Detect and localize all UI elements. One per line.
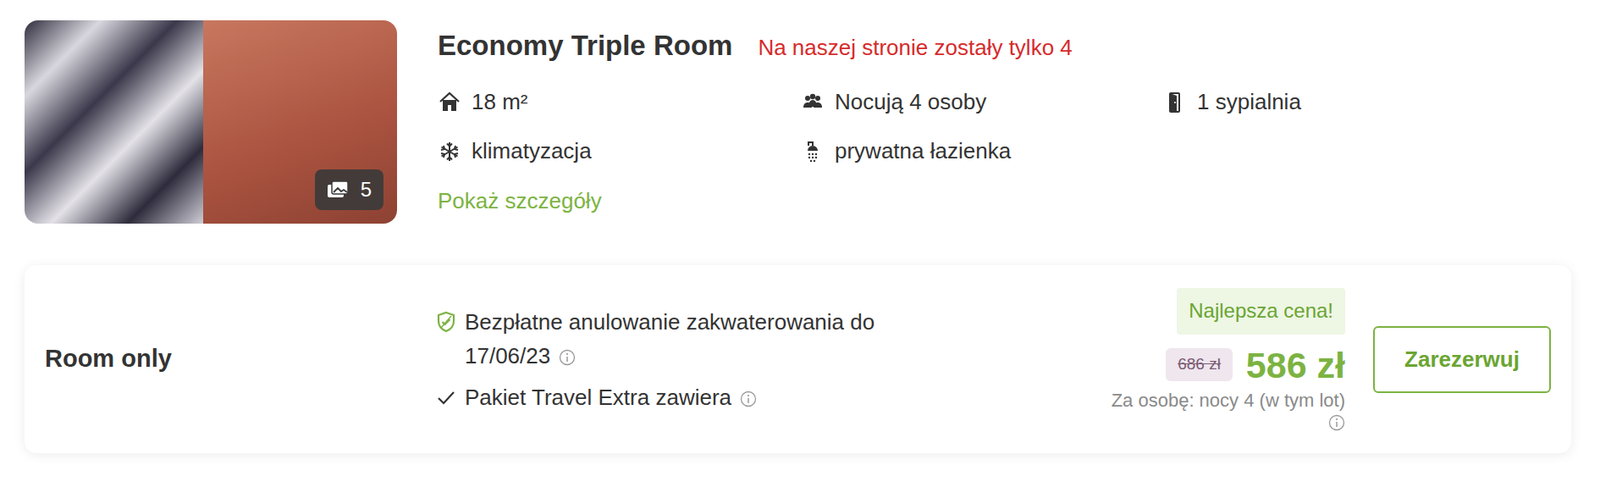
shield-check-icon [434, 309, 458, 334]
check-icon [434, 385, 458, 409]
perk-item: Pakiet Travel Extra zawiera [434, 380, 1112, 414]
feature-text: 1 sypialnia [1197, 85, 1302, 119]
room-title: Economy Triple Room [437, 28, 733, 63]
feature-item: 1 sypialnia [1163, 85, 1302, 119]
perk-text: Bezpłatne anulowanie zakwaterowania do 1… [464, 308, 875, 369]
feature-text: klimatyzacja [471, 134, 592, 168]
shower-icon [800, 139, 825, 164]
perk-text: Pakiet Travel Extra zawiera [464, 384, 732, 410]
price-note: Za osobę: nocy 4 (w tym lot) [1111, 388, 1346, 413]
feature-item: Nocują 4 osoby [800, 85, 1164, 119]
feature-text: prywatna łazienka [834, 134, 1011, 168]
door-icon [1163, 90, 1187, 115]
info-icon[interactable] [558, 348, 576, 366]
photos-icon [326, 180, 349, 199]
feature-item: 18 m² [437, 85, 801, 119]
feature-list: 18 m² Nocują 4 osoby 1 sypialnia klimatyzac… [437, 85, 1302, 168]
best-price-badge: Najlepsza cena! [1176, 287, 1346, 335]
snowflake-icon [437, 139, 462, 164]
info-icon[interactable] [1328, 413, 1346, 431]
feature-item: prywatna łazienka [800, 134, 1164, 168]
availability-notice: Na naszej stronie zostały tylko 4 [757, 31, 1072, 65]
perk-list: Bezpłatne anulowanie zakwaterowania do 1… [434, 304, 1112, 414]
house-icon [437, 90, 462, 115]
old-price: 686 zł [1165, 347, 1233, 381]
feature-text: 18 m² [471, 85, 528, 119]
offer-card: Room only Bezpłatne anulowanie zakwatero… [24, 264, 1572, 453]
price-block: Najlepsza cena! 686 zł 586 zł Za osobę: … [1111, 287, 1346, 431]
room-photo[interactable]: 5 [24, 20, 398, 224]
photo-count-badge[interactable]: 5 [314, 169, 384, 210]
price: 586 zł [1246, 342, 1346, 387]
book-button[interactable]: Zarezerwuj [1373, 325, 1551, 393]
feature-text: Nocują 4 osoby [834, 85, 987, 119]
info-icon[interactable] [739, 390, 757, 408]
feature-item: klimatyzacja [437, 134, 801, 168]
people-icon [800, 90, 825, 115]
room-header: 5 Economy Triple Room Na naszej stronie … [24, 20, 1576, 224]
details-link[interactable]: Pokaż szczegóły [437, 185, 1302, 216]
board-type: Room only [44, 340, 435, 378]
perk-item: Bezpłatne anulowanie zakwaterowania do 1… [434, 304, 1112, 373]
